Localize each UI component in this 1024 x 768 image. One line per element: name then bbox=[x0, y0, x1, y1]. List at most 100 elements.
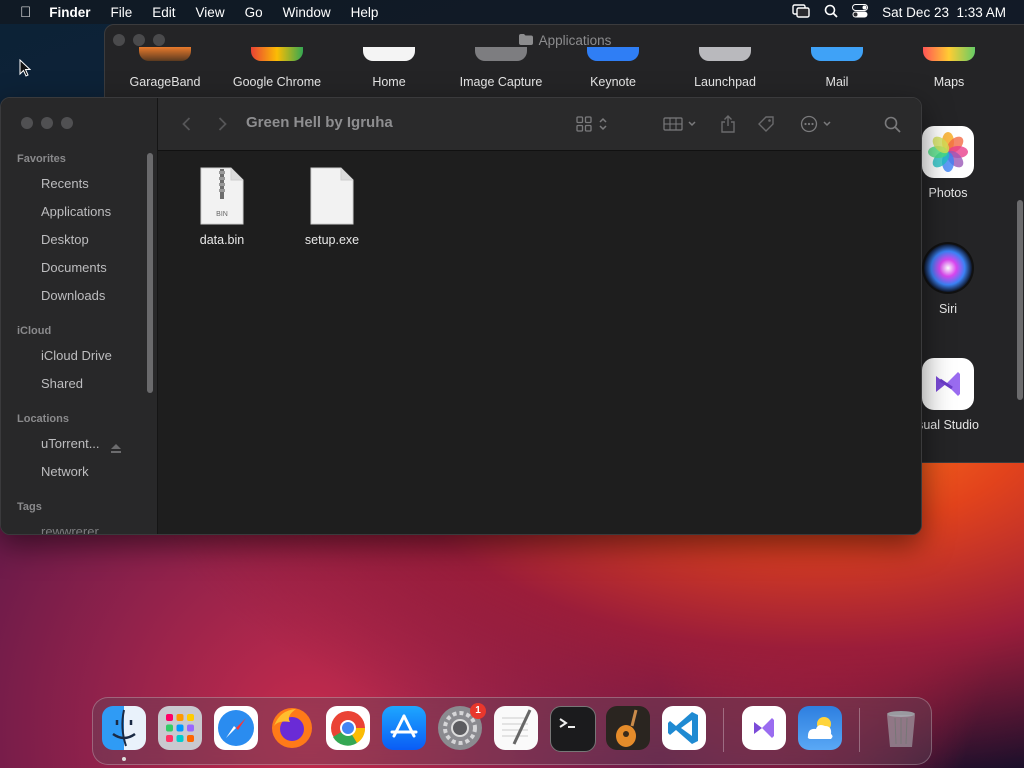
app-label[interactable]: Mail bbox=[777, 75, 897, 89]
action-button[interactable] bbox=[798, 112, 834, 136]
app-label[interactable]: Maps bbox=[889, 75, 1009, 89]
tag-icon bbox=[758, 116, 774, 132]
zoom-button[interactable] bbox=[153, 34, 165, 46]
app-label[interactable]: Launchpad bbox=[665, 75, 785, 89]
search-icon bbox=[884, 116, 901, 133]
mail-icon[interactable] bbox=[811, 47, 863, 61]
terminal-dock-icon[interactable] bbox=[550, 706, 596, 752]
garageband-icon[interactable] bbox=[139, 47, 191, 61]
search-icon[interactable] bbox=[824, 4, 838, 21]
sidebar-item-utorrent[interactable]: uTorrent... bbox=[41, 436, 107, 451]
sidebar-item-recents[interactable]: Recents bbox=[41, 176, 141, 191]
firefox-dock-icon[interactable] bbox=[270, 706, 314, 750]
menu-datetime[interactable]: Sat Dec 23 1:33 AM bbox=[882, 5, 1006, 20]
folder-icon bbox=[518, 33, 533, 48]
more-icon bbox=[800, 115, 818, 133]
window-title: Green Hell by Igruha bbox=[246, 114, 393, 131]
file-type-badge: BIN bbox=[216, 211, 228, 218]
maps-icon[interactable] bbox=[923, 47, 975, 61]
control-center-icon[interactable] bbox=[852, 3, 869, 21]
vscode-dock-icon[interactable] bbox=[662, 706, 706, 750]
chevron-down-icon bbox=[823, 121, 831, 127]
menu-go[interactable]: Go bbox=[245, 5, 263, 20]
keynote-icon[interactable] bbox=[587, 47, 639, 61]
menu-window[interactable]: Window bbox=[283, 5, 331, 20]
apple-menu-icon[interactable]:  bbox=[20, 4, 31, 21]
sidebar-section-locations: Locations bbox=[17, 413, 69, 425]
applications-titlebar: Applications bbox=[105, 25, 1024, 55]
running-indicator bbox=[122, 757, 126, 761]
close-button[interactable] bbox=[113, 34, 125, 46]
notification-badge: 1 bbox=[470, 703, 486, 719]
finder-dock-icon[interactable] bbox=[102, 706, 146, 750]
file-item[interactable]: BIN data.bin bbox=[172, 167, 272, 247]
document-icon bbox=[310, 167, 354, 225]
sidebar-section-favorites: Favorites bbox=[17, 153, 66, 165]
menu-help[interactable]: Help bbox=[351, 5, 379, 20]
group-grid-icon bbox=[663, 117, 683, 131]
app-label[interactable]: GarageBand bbox=[105, 75, 225, 89]
menu-edit[interactable]: Edit bbox=[152, 5, 175, 20]
system-settings-dock-icon[interactable]: 1 bbox=[438, 703, 486, 750]
dock-separator bbox=[859, 708, 860, 752]
launchpad-icon[interactable] bbox=[699, 47, 751, 61]
sidebar-item-icloud-drive[interactable]: iCloud Drive bbox=[41, 348, 141, 363]
weather-dock-icon[interactable] bbox=[798, 706, 842, 750]
scrollbar[interactable] bbox=[147, 153, 153, 393]
sidebar-item-desktop[interactable]: Desktop bbox=[41, 232, 141, 247]
trash-dock-icon[interactable] bbox=[879, 706, 923, 750]
bin-file-icon: BIN bbox=[200, 167, 244, 225]
forward-button[interactable] bbox=[212, 112, 232, 136]
app-label[interactable]: Keynote bbox=[553, 75, 673, 89]
app-label[interactable]: Home bbox=[329, 75, 449, 89]
sidebar-item-shared[interactable]: Shared bbox=[41, 376, 141, 391]
window-controls bbox=[113, 34, 165, 46]
menu-app-name[interactable]: Finder bbox=[49, 5, 90, 20]
dock-separator bbox=[723, 708, 724, 752]
launchpad-dock-icon[interactable] bbox=[158, 706, 202, 750]
chevron-updown-icon bbox=[599, 117, 607, 131]
file-name: setup.exe bbox=[304, 233, 360, 247]
app-label[interactable]: Image Capture bbox=[441, 75, 561, 89]
finder-toolbar: Green Hell by Igruha bbox=[158, 98, 921, 151]
eject-icon[interactable] bbox=[111, 444, 121, 453]
finder-content: BIN data.bin setup.exe bbox=[158, 151, 921, 534]
tag-button[interactable] bbox=[754, 112, 778, 136]
safari-dock-icon[interactable] bbox=[214, 706, 258, 750]
share-icon bbox=[721, 115, 735, 133]
sidebar-item-documents[interactable]: Documents bbox=[41, 260, 141, 275]
menu-bar:  Finder File Edit View Go Window Help S… bbox=[0, 0, 1024, 24]
menu-view[interactable]: View bbox=[196, 5, 225, 20]
group-button[interactable] bbox=[660, 112, 700, 136]
scrollbar[interactable] bbox=[1017, 200, 1023, 400]
sidebar-item-network[interactable]: Network bbox=[41, 464, 141, 479]
home-icon[interactable] bbox=[363, 47, 415, 61]
photos-icon bbox=[922, 126, 974, 178]
garageband-dock-icon[interactable] bbox=[606, 706, 650, 750]
back-button[interactable] bbox=[176, 112, 196, 136]
image-capture-icon[interactable] bbox=[475, 47, 527, 61]
app-store-dock-icon[interactable] bbox=[382, 706, 426, 750]
share-button[interactable] bbox=[716, 112, 740, 136]
app-label[interactable]: Google Chrome bbox=[217, 75, 337, 89]
sidebar-item-applications[interactable]: Applications bbox=[41, 204, 141, 219]
screen-mirroring-icon[interactable] bbox=[792, 3, 810, 21]
app-label: Siri bbox=[938, 302, 958, 316]
minimize-button[interactable] bbox=[133, 34, 145, 46]
sidebar-section-tags: Tags bbox=[17, 501, 42, 513]
visual-studio-dock-icon[interactable] bbox=[742, 706, 786, 750]
zoom-button[interactable] bbox=[61, 117, 73, 129]
finder-window: Favorites Recents Applications Desktop D… bbox=[0, 97, 922, 535]
applications-title: Applications bbox=[538, 32, 612, 48]
view-icons-button[interactable] bbox=[572, 112, 612, 136]
search-button[interactable] bbox=[880, 112, 904, 136]
textedit-dock-icon[interactable] bbox=[494, 706, 538, 750]
menu-file[interactable]: File bbox=[111, 5, 133, 20]
minimize-button[interactable] bbox=[41, 117, 53, 129]
chrome-dock-icon[interactable] bbox=[326, 706, 370, 750]
file-item[interactable]: setup.exe bbox=[282, 167, 382, 247]
sidebar-item-tag[interactable]: rewwrerer bbox=[41, 524, 141, 534]
sidebar-item-downloads[interactable]: Downloads bbox=[41, 288, 141, 303]
close-button[interactable] bbox=[21, 117, 33, 129]
chrome-icon[interactable] bbox=[251, 47, 303, 61]
